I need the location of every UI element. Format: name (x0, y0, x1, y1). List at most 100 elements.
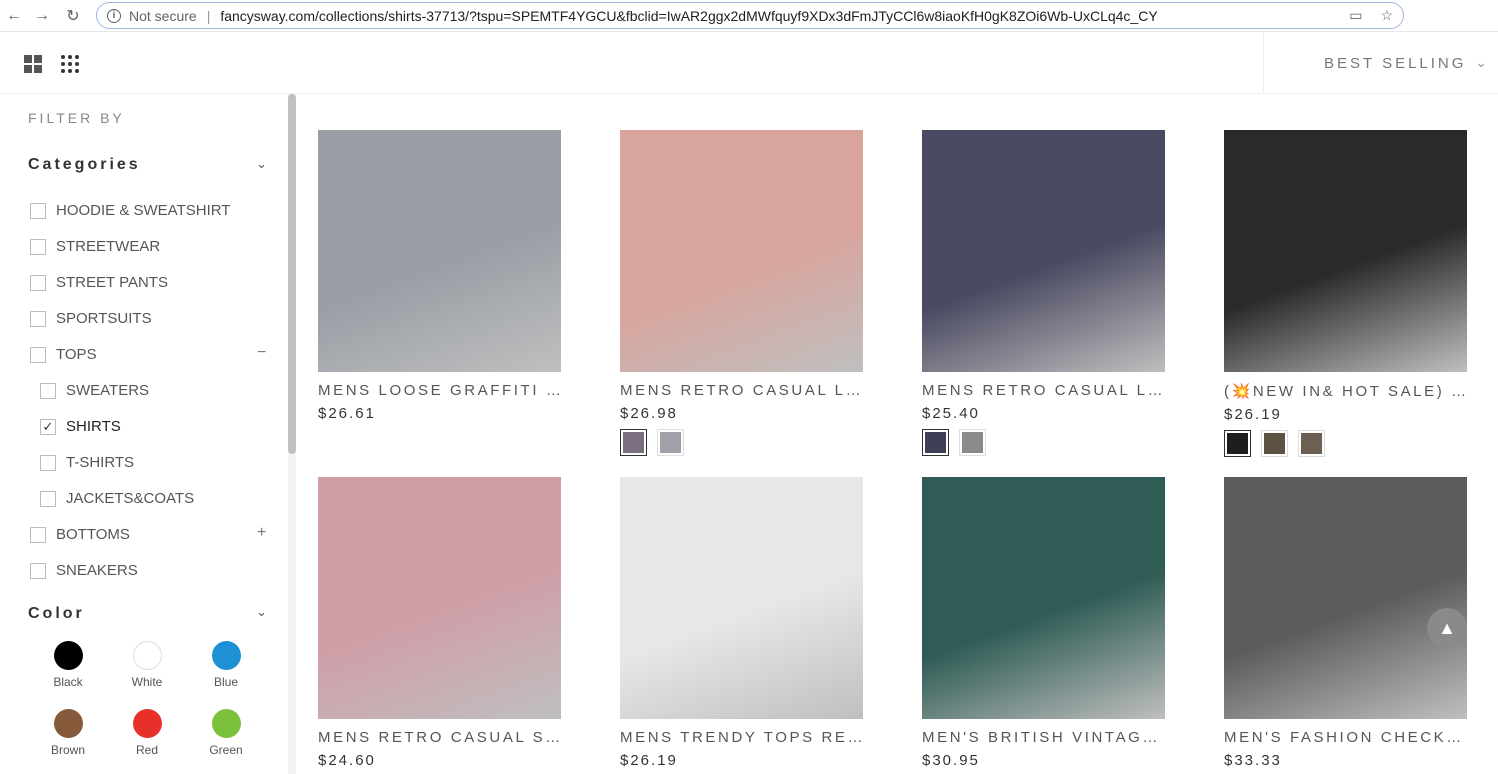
grid-3-columns-icon[interactable] (61, 55, 79, 73)
category-item[interactable]: BOTTOMS (30, 526, 130, 543)
collapse-icon[interactable]: − (257, 344, 266, 362)
product-name[interactable]: MENS LOOSE GRAFFITI LOOSE SHIRT (318, 382, 561, 399)
checkbox[interactable] (30, 238, 46, 255)
chevron-down-icon[interactable]: ⌄ (256, 604, 267, 620)
category-item[interactable]: TOPS (30, 346, 97, 363)
variant-thumbnail[interactable] (1298, 430, 1325, 457)
bookmark-star-icon[interactable]: ☆ (1380, 7, 1393, 24)
omnibox-separator: | (206, 7, 211, 24)
info-icon[interactable]: i (107, 8, 121, 23)
product-image[interactable] (922, 477, 1165, 719)
variant-thumbnail[interactable] (959, 429, 986, 456)
category-label: HOODIE & SWEATSHIRT (56, 202, 231, 219)
chevron-down-icon[interactable]: ⌄ (256, 156, 267, 172)
color-label: Green (209, 743, 243, 757)
variant-thumbnail[interactable] (620, 429, 647, 456)
categories-heading[interactable]: Categories (28, 156, 141, 174)
color-label: Blue (213, 675, 239, 689)
product-card[interactable]: MENS RETRO CASUAL LOOSE SHIRT $25.40 (922, 130, 1165, 456)
category-item[interactable]: ✓ SHIRTS (40, 418, 121, 435)
checkbox[interactable] (30, 274, 46, 291)
cast-icon[interactable]: ▭ (1349, 7, 1362, 24)
product-card[interactable]: MENS LOOSE GRAFFITI LOOSE SHIRT $26.61 (318, 130, 561, 422)
product-card[interactable]: MEN'S BRITISH VINTAGE PLAID SHIRT $30.95 (922, 477, 1165, 769)
category-item[interactable]: JACKETS&COATS (40, 490, 194, 507)
checkbox[interactable] (30, 562, 46, 579)
color-swatch[interactable]: Black (38, 641, 98, 689)
security-status: Not secure (129, 7, 197, 24)
reload-icon[interactable]: ↻ (63, 6, 83, 26)
product-name[interactable]: (💥NEW IN& HOT SALE) MENS HOODED SHIRT (1224, 382, 1467, 400)
color-heading[interactable]: Color (28, 605, 85, 623)
category-item[interactable]: STREET PANTS (30, 274, 168, 291)
product-price: $26.61 (318, 405, 376, 422)
filter-title: FILTER BY (28, 110, 125, 126)
checkbox[interactable] (30, 202, 46, 219)
color-dot[interactable] (211, 641, 241, 670)
checked-checkbox[interactable]: ✓ (40, 418, 56, 435)
checkbox[interactable] (30, 526, 46, 543)
category-item[interactable]: SNEAKERS (30, 562, 138, 579)
checkbox[interactable] (40, 490, 56, 507)
product-name[interactable]: MENS RETRO CASUAL LOOSE SHIRT (922, 382, 1165, 399)
product-image[interactable] (620, 477, 863, 719)
forward-arrow-icon[interactable]: → (32, 6, 52, 26)
color-swatch[interactable]: Brown (38, 709, 98, 757)
product-image[interactable] (620, 130, 863, 372)
color-swatch[interactable]: Green (196, 709, 256, 757)
category-item[interactable]: STREETWEAR (30, 238, 160, 255)
category-label: JACKETS&COATS (66, 490, 195, 507)
color-dot[interactable] (132, 709, 162, 738)
color-dot[interactable] (132, 641, 162, 670)
category-item[interactable]: SWEATERS (40, 382, 149, 399)
category-item[interactable]: T-SHIRTS (40, 454, 134, 471)
url-text[interactable]: fancysway.com/collections/shirts-37713/?… (220, 8, 1157, 24)
variant-thumbnail[interactable] (1261, 430, 1288, 457)
back-arrow-icon[interactable]: ← (4, 6, 24, 26)
browser-chrome: ← → ↻ i Not secure | fancysway.com/colle… (0, 0, 1498, 32)
checkbox[interactable] (30, 346, 46, 363)
product-image[interactable] (318, 130, 561, 372)
expand-icon[interactable]: + (257, 524, 266, 542)
product-name[interactable]: MENS TRENDY TOPS RETRO SHIRT (620, 729, 863, 746)
color-swatch[interactable]: White (117, 641, 177, 689)
variant-thumbnail[interactable] (1224, 430, 1251, 457)
product-card[interactable]: MENS RETRO CASUAL SHORT SLEEVE SHIRT $24.… (318, 477, 561, 769)
chevron-up-icon: ▲ (1438, 617, 1456, 638)
product-card[interactable]: MENS TRENDY TOPS RETRO SHIRT $26.19 (620, 477, 863, 769)
variant-thumbnail[interactable] (922, 429, 949, 456)
product-name[interactable]: MENS RETRO CASUAL LOOSE SHIRT (620, 382, 863, 399)
product-name[interactable]: MEN'S BRITISH VINTAGE PLAID SHIRT (922, 729, 1165, 746)
product-price: $26.19 (1224, 406, 1282, 423)
checkbox[interactable] (40, 454, 56, 471)
product-card[interactable]: (💥NEW IN& HOT SALE) MENS HOODED SHIRT $26… (1224, 130, 1467, 457)
sort-dropdown[interactable]: BEST SELLING ⌄ (1263, 32, 1498, 94)
product-image[interactable] (318, 477, 561, 719)
color-dot[interactable] (53, 641, 83, 670)
checkbox[interactable] (30, 310, 46, 327)
color-swatch[interactable]: Red (117, 709, 177, 757)
product-image[interactable] (1224, 130, 1467, 372)
product-image[interactable] (922, 130, 1165, 372)
scrollbar-thumb[interactable] (288, 94, 296, 454)
color-label: Red (135, 743, 158, 757)
grid-2-columns-icon[interactable] (24, 55, 42, 73)
product-name[interactable]: MENS RETRO CASUAL SHORT SLEEVE SHIRT (318, 729, 561, 746)
variant-swatches (620, 429, 863, 456)
address-bar[interactable]: i Not secure | fancysway.com/collections… (96, 2, 1404, 29)
scroll-to-top-button[interactable]: ▲ (1427, 608, 1467, 648)
checkbox[interactable] (40, 382, 56, 399)
color-label: Brown (50, 743, 85, 757)
product-name[interactable]: MEN'S FASHION CHECK HOODED SHIRT (1224, 729, 1467, 746)
category-label: T-SHIRTS (66, 454, 135, 471)
color-swatch[interactable]: Blue (196, 641, 256, 689)
product-card[interactable]: MENS RETRO CASUAL LOOSE SHIRT $26.98 (620, 130, 863, 456)
color-dot[interactable] (211, 709, 241, 738)
category-item[interactable]: HOODIE & SWEATSHIRT (30, 202, 230, 219)
category-label: BOTTOMS (56, 526, 130, 543)
variant-thumbnail[interactable] (657, 429, 684, 456)
product-image[interactable] (1224, 477, 1467, 719)
sidebar-scrollbar[interactable] (288, 94, 296, 774)
color-dot[interactable] (53, 709, 83, 738)
category-item[interactable]: SPORTSUITS (30, 310, 152, 327)
